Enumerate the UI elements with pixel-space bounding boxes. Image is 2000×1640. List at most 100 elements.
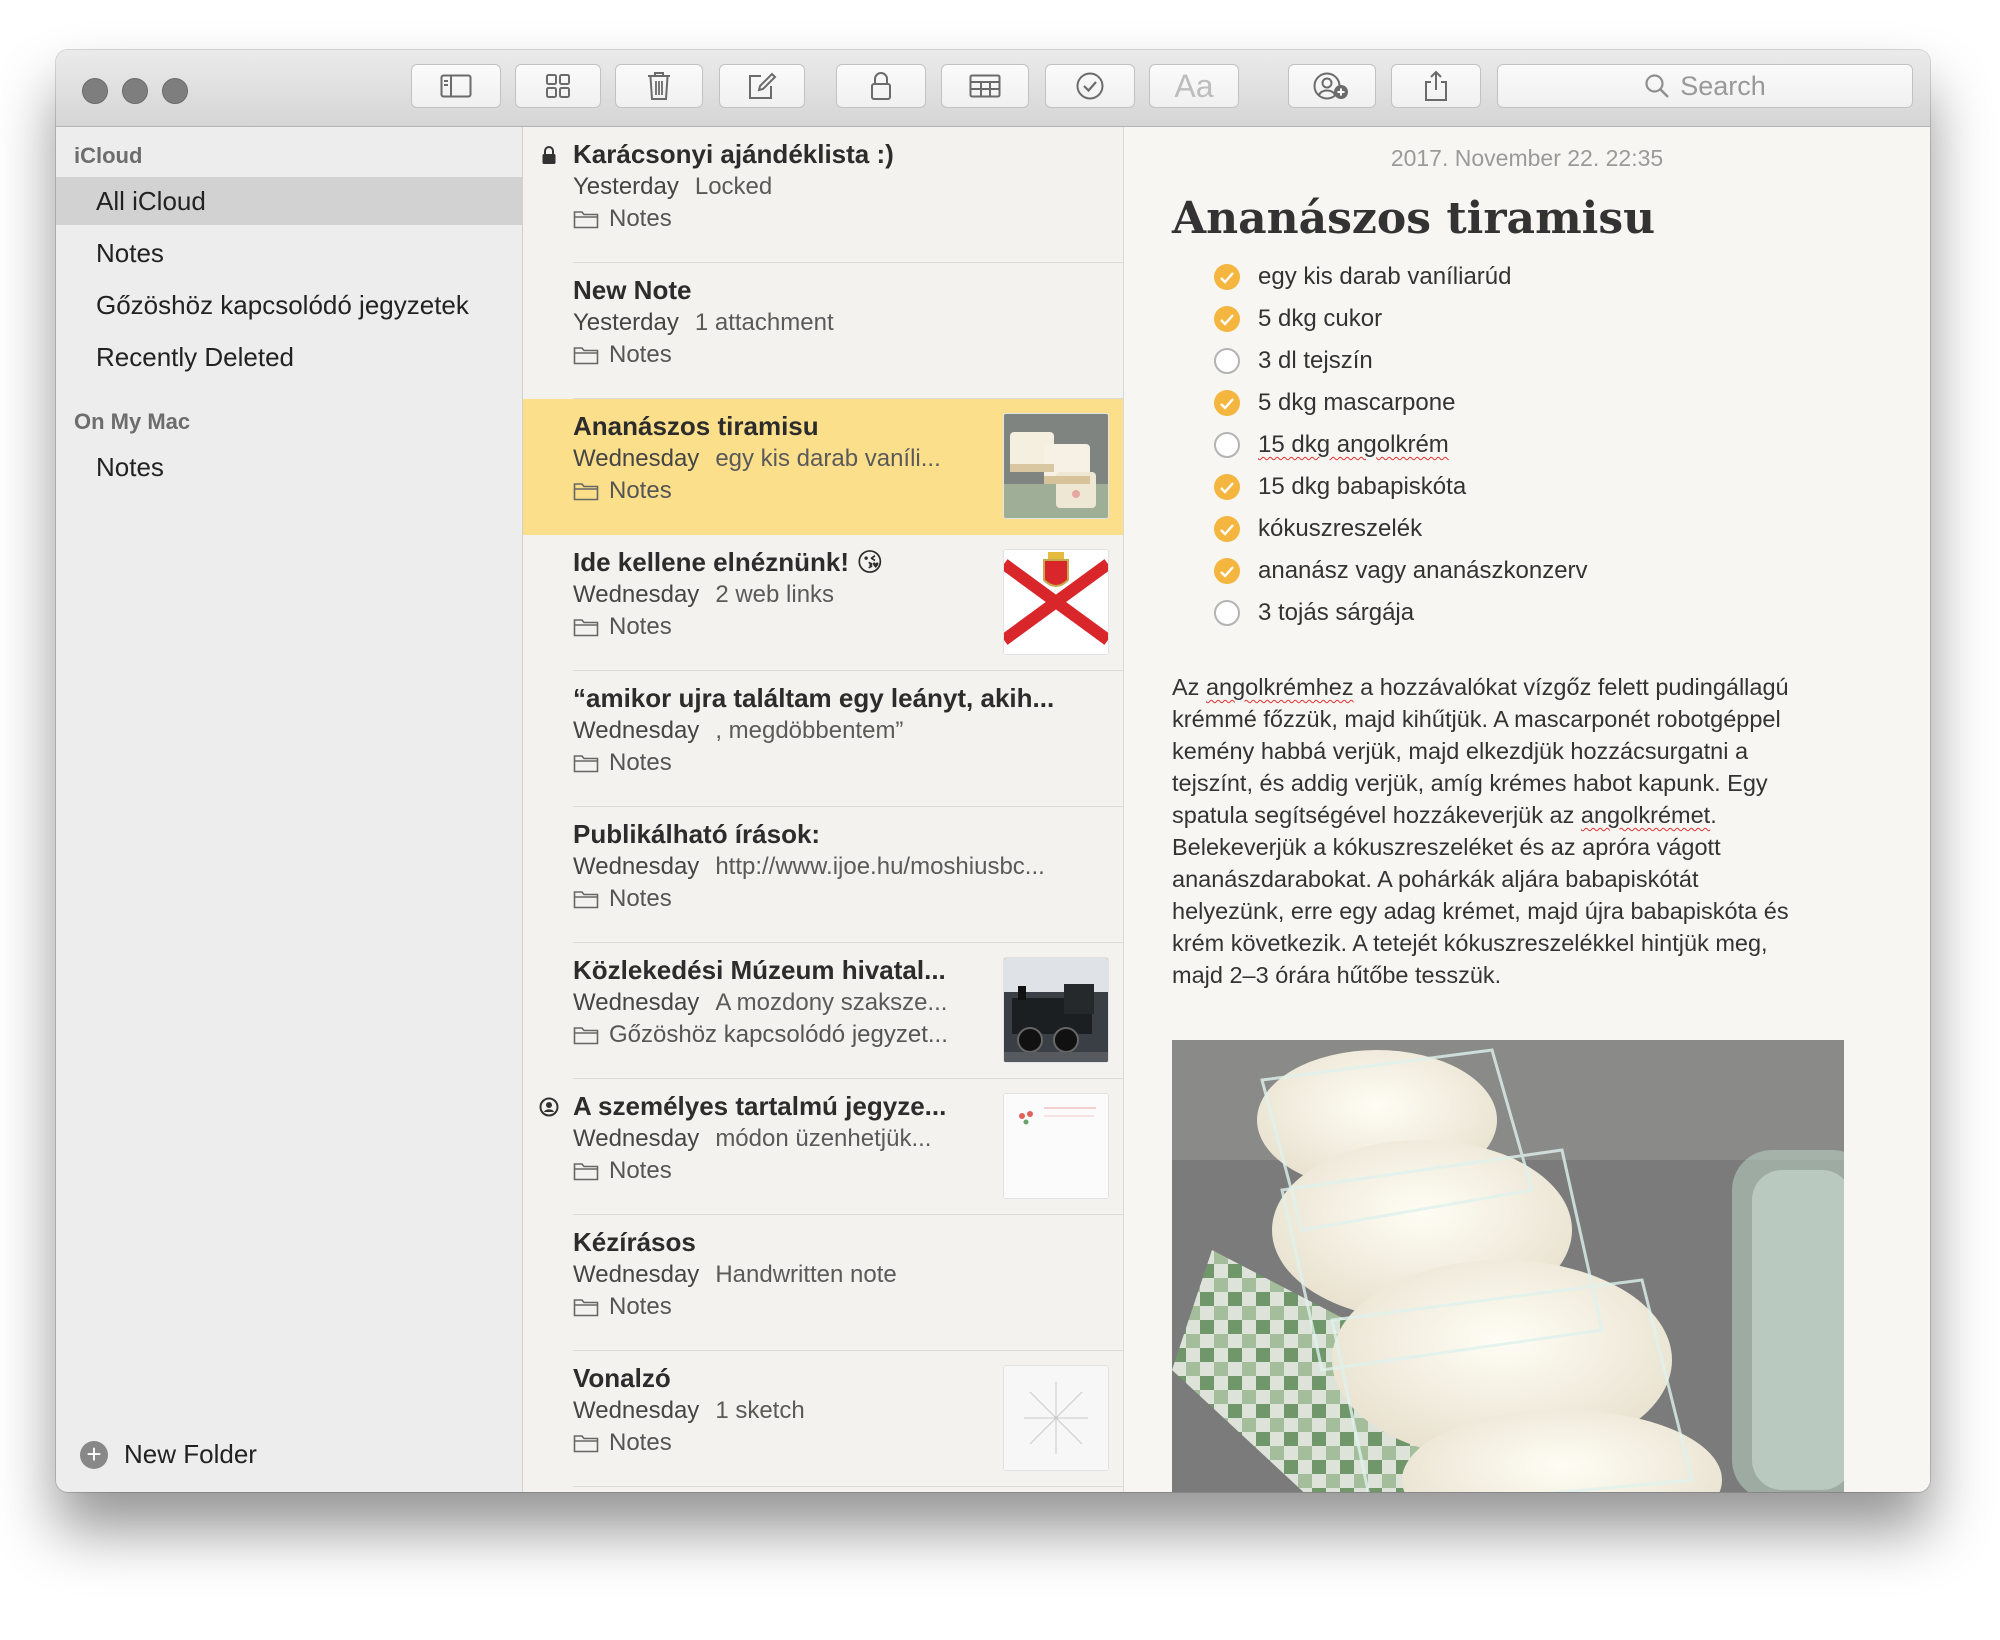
zoom-window-button[interactable] — [162, 78, 188, 104]
note-snippet: http://www.ijoe.hu/moshiusbc... — [715, 853, 1045, 880]
note-meta: Wednesday 1 sketch — [573, 1397, 805, 1425]
note-meta: Wednesday , megdöbbentem” — [573, 717, 903, 745]
new-folder-button[interactable]: + New Folder — [80, 1439, 257, 1470]
note-row[interactable]: Közlekedési Múzeum hivatal... Wednesday A… — [523, 943, 1123, 1079]
checked-circle-icon[interactable] — [1214, 474, 1240, 500]
note-date: Yesterday — [573, 309, 679, 336]
sidebar-toggle-icon — [440, 74, 472, 98]
checked-circle-icon[interactable] — [1214, 558, 1240, 584]
note-row[interactable]: Publikálható írások: Wednesday http://www… — [523, 807, 1123, 943]
checklist-item[interactable]: 5 dkg mascarpone — [1214, 389, 1455, 417]
note-row[interactable]: A személyes tartalmú jegyze... Wednesday… — [523, 1079, 1123, 1215]
folder-icon — [573, 347, 599, 365]
lock-button[interactable] — [836, 64, 926, 108]
sidebar-item-notes[interactable]: Notes — [56, 229, 522, 277]
sidebar-section-on-my-mac: On My Mac — [74, 409, 191, 434]
note-row[interactable]: New Note Yesterday 1 attachment Notes — [523, 263, 1123, 399]
unchecked-circle-icon[interactable] — [1214, 348, 1240, 374]
sidebar-item-all-icloud[interactable]: All iCloud — [56, 177, 522, 225]
note-date: Wednesday — [573, 717, 700, 744]
note-row-selected[interactable]: Ananászos tiramisu Wednesday egy kis dara… — [523, 399, 1123, 535]
divider — [573, 1486, 1123, 1487]
attachments-browser-button[interactable] — [515, 64, 601, 108]
note-row[interactable]: Karácsonyi ajándéklista :) Yesterday Lock… — [523, 127, 1123, 263]
table-button[interactable] — [941, 64, 1029, 108]
note-date: Wednesday — [573, 1125, 700, 1152]
unchecked-circle-icon[interactable] — [1214, 600, 1240, 626]
note-row[interactable]: Vonalzó Wednesday 1 sketch Notes — [523, 1351, 1123, 1487]
search-placeholder: Search — [1680, 70, 1766, 101]
notes-window: Aa Search iCloud All iCloud Notes Gőzösh… — [56, 50, 1930, 1492]
note-folder: Notes — [573, 477, 672, 505]
note-folder: Notes — [573, 205, 672, 233]
note-folder-label: Notes — [609, 205, 672, 232]
format-button[interactable]: Aa — [1149, 64, 1239, 108]
checklist-text: ananász vagy ananászkonzerv — [1258, 557, 1588, 584]
add-icon: + — [80, 1440, 108, 1469]
checklist-item[interactable]: 3 dl tejszín — [1214, 347, 1373, 375]
close-window-button[interactable] — [82, 78, 108, 104]
compose-icon — [749, 72, 777, 99]
new-note-button[interactable] — [719, 64, 805, 108]
note-thumbnail-flag — [1003, 549, 1109, 655]
checklist-item[interactable]: egy kis darab vaníliarúd — [1214, 263, 1511, 291]
share-icon — [1425, 70, 1447, 101]
checked-circle-icon[interactable] — [1214, 390, 1240, 416]
misspelled-word: angolkrémet — [1580, 802, 1711, 828]
sidebar-item-gozos-folder[interactable]: Gőzöshöz kapcsolódó jegyzetek — [56, 281, 522, 329]
note-row[interactable]: Kézírásos Wednesday Handwritten note Note… — [523, 1215, 1123, 1351]
note-body-paragraph[interactable]: Az angolkrémhez a hozzávalókat vízgőz fe… — [1172, 671, 1872, 991]
paragraph-line: Az angolkrémhez a hozzávalókat vízgőz fe… — [1172, 674, 1789, 700]
note-thumbnail-card — [1003, 1093, 1109, 1199]
sidebar-item-recently-deleted[interactable]: Recently Deleted — [56, 333, 522, 381]
share-button[interactable] — [1391, 64, 1481, 108]
sidebar-item-mac-notes[interactable]: Notes — [56, 443, 522, 491]
checklist-button[interactable] — [1045, 64, 1135, 108]
checked-circle-icon[interactable] — [1214, 264, 1240, 290]
checklist-item[interactable]: kókuszreszelék — [1214, 515, 1422, 543]
note-title: Ananászos tiramisu — [573, 411, 819, 441]
dessert-photo[interactable] — [1172, 1040, 1844, 1492]
checklist-item[interactable]: ananász vagy ananászkonzerv — [1214, 557, 1588, 585]
add-people-button[interactable] — [1288, 64, 1376, 108]
folder-icon — [573, 211, 599, 229]
paragraph-line: helyezünk, erre egy adag krémet, majd új… — [1172, 898, 1789, 924]
checklist-item[interactable]: 3 tojás sárgája — [1214, 599, 1414, 627]
note-snippet: 1 sketch — [715, 1397, 805, 1424]
unchecked-circle-icon[interactable] — [1214, 432, 1240, 458]
checked-circle-icon[interactable] — [1214, 516, 1240, 542]
checklist-text: 5 dkg cukor — [1258, 305, 1383, 332]
notes-list: Karácsonyi ajándéklista :) Yesterday Lock… — [523, 127, 1124, 1492]
note-heading[interactable]: Ananászos tiramisu — [1172, 193, 1655, 244]
note-editor[interactable]: 2017. November 22. 22:35 Ananászos tiram… — [1124, 127, 1930, 1492]
checked-circle-icon[interactable] — [1214, 306, 1240, 332]
checklist-item[interactable]: 15 dkg angolkrém — [1214, 431, 1449, 459]
folder-icon — [573, 755, 599, 773]
lock-icon — [542, 146, 556, 164]
note-row[interactable]: Ide kellene elnéznünk! 😘 Wednesday 2 web … — [523, 535, 1123, 671]
checklist-item[interactable]: 15 dkg babapiskóta — [1214, 473, 1466, 501]
note-thumbnail-dessert — [1003, 413, 1109, 519]
note-timestamp: 2017. November 22. 22:35 — [1390, 145, 1664, 171]
checklist-icon — [1076, 72, 1104, 100]
sidebar-toggle-button[interactable] — [411, 64, 501, 108]
note-folder-label: Notes — [609, 1429, 672, 1456]
note-thumbnail-locomotive — [1003, 957, 1109, 1063]
minimize-window-button[interactable] — [122, 78, 148, 104]
format-text-icon: Aa — [1174, 67, 1214, 104]
note-row[interactable]: “amikor ujra találtam egy leányt, akih..… — [523, 671, 1123, 807]
note-folder: Notes — [573, 1157, 672, 1185]
search-field[interactable]: Search — [1497, 64, 1913, 108]
attachments-browser-icon — [546, 74, 570, 98]
paragraph-line: majd 2–3 órára hűtőbe tesszük. — [1172, 962, 1502, 988]
note-folder: Notes — [573, 749, 672, 777]
note-folder: Notes — [573, 885, 672, 913]
search-icon — [1645, 74, 1670, 98]
note-title: “amikor ujra találtam egy leányt, akih..… — [573, 683, 1055, 713]
note-title: Kézírásos — [573, 1227, 696, 1257]
note-folder: Notes — [573, 613, 672, 641]
checklist-item[interactable]: 5 dkg cukor — [1214, 305, 1382, 333]
note-folder-label: Notes — [609, 1293, 672, 1320]
misspelled-word: angolkrémhez — [1205, 674, 1354, 700]
delete-button[interactable] — [615, 64, 703, 108]
